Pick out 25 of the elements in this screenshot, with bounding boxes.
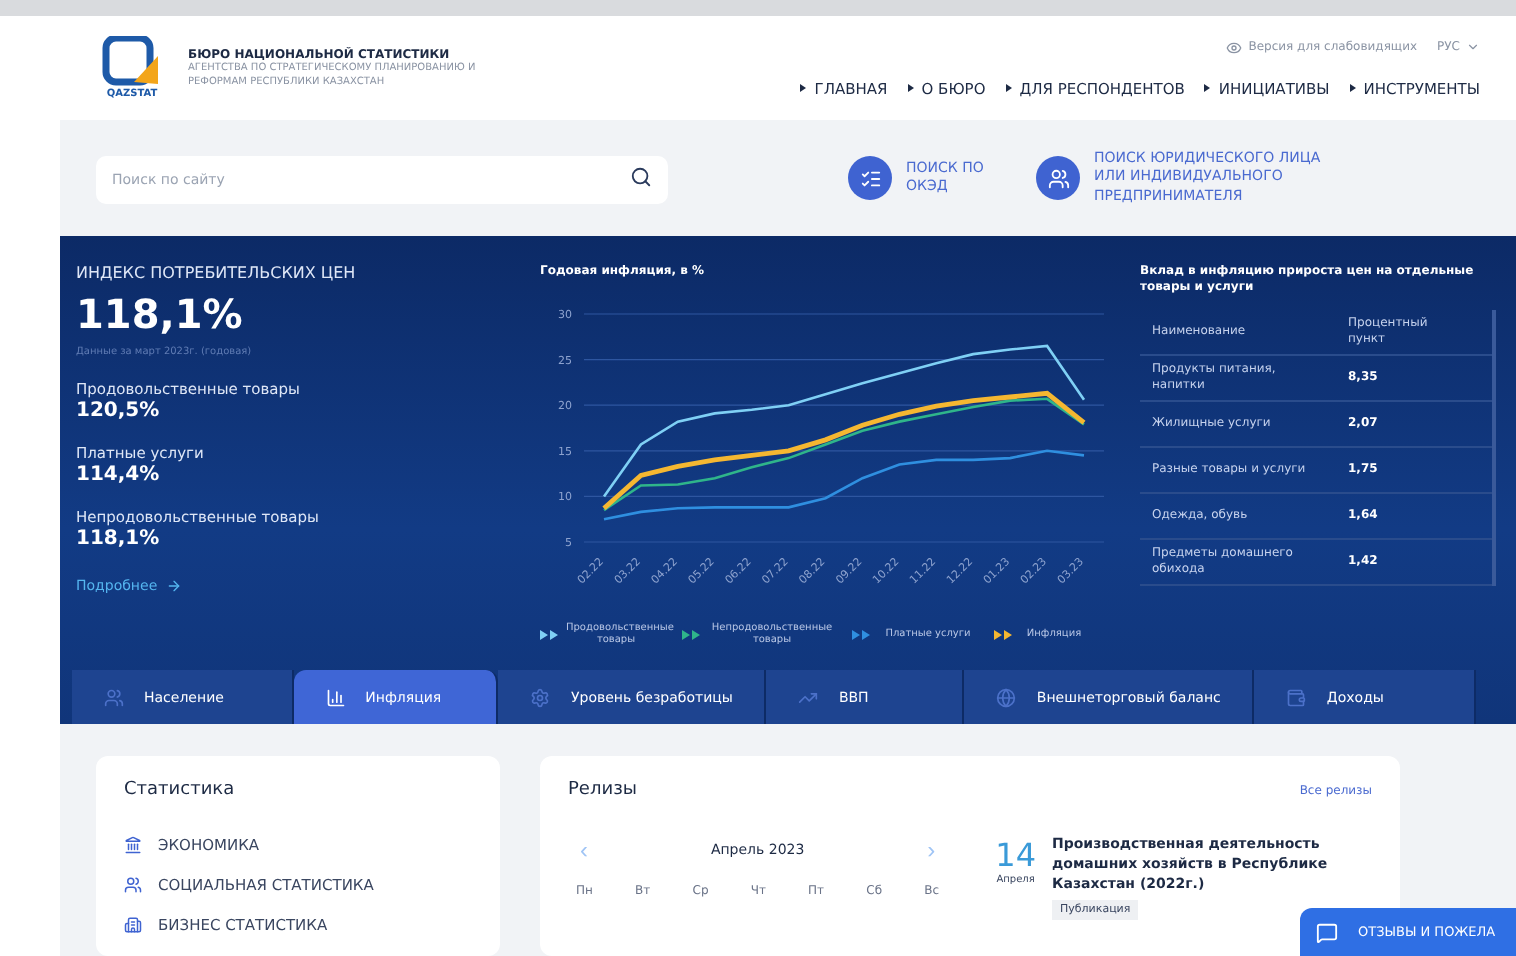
arrow-right-icon bbox=[165, 578, 182, 594]
tab-icon bbox=[1286, 687, 1307, 707]
people-icon bbox=[124, 876, 142, 894]
card-title: Статистика bbox=[124, 780, 237, 800]
cpi-item-value: 118,1% bbox=[76, 528, 162, 550]
search-icon[interactable] bbox=[630, 166, 652, 188]
checklist-icon bbox=[848, 156, 892, 200]
chat-icon bbox=[1316, 921, 1338, 943]
tab-icon bbox=[996, 687, 1017, 707]
tab-icon bbox=[325, 687, 346, 707]
tab-icon bbox=[798, 687, 819, 707]
release-day: 14 bbox=[995, 836, 1036, 874]
building-icon bbox=[124, 916, 142, 934]
chevron-down-icon bbox=[1466, 40, 1480, 54]
cpi-title: ИНДЕКС ПОТРЕБИТЕЛЬСКИХ ЦЕН bbox=[76, 264, 358, 282]
tab-icon bbox=[104, 687, 124, 707]
cpi-item-value: 114,4% bbox=[76, 464, 162, 486]
cpi-item-value: 120,5% bbox=[76, 400, 162, 422]
cpi-value: 118,1% bbox=[76, 290, 245, 338]
tab-icon bbox=[530, 687, 551, 707]
eye-icon bbox=[1226, 39, 1243, 55]
people-icon bbox=[1036, 156, 1080, 200]
logo-icon bbox=[102, 36, 162, 88]
card-title: Релизы bbox=[568, 780, 637, 800]
bank-icon bbox=[124, 836, 142, 854]
